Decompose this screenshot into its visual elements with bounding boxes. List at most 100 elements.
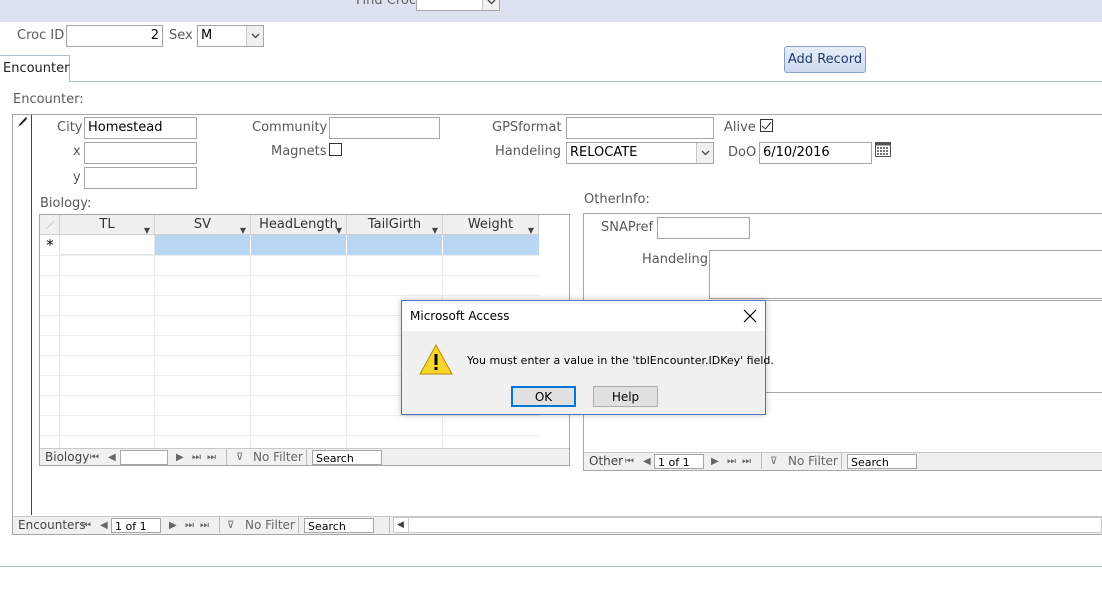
biology-nav-bar: Biology ⏮ ◀ ▶ ⏭ ⏭ ⊽ No Filter Search [40, 448, 569, 465]
pencil-icon [16, 116, 28, 128]
nav-separator [389, 517, 390, 533]
encounters-nav-label: Encounters [18, 518, 86, 532]
dialog-message: You must enter a value in the 'tblEncoun… [467, 354, 774, 367]
biology-nav-label: Biology [45, 450, 90, 464]
first-record-icon[interactable]: ⏮ [90, 450, 99, 465]
new-row-cell-sv[interactable] [155, 235, 251, 255]
new-row-cell-headlength[interactable] [251, 235, 347, 255]
other-record-box[interactable]: 1 of 1 [654, 454, 704, 469]
prev-record-icon[interactable]: ◀ [100, 518, 108, 533]
first-record-icon[interactable]: ⏮ [625, 454, 634, 469]
form-bottom-line [0, 566, 1102, 567]
warning-icon [419, 343, 453, 375]
new-record-icon[interactable]: ⏭ [207, 450, 216, 465]
next-record-icon[interactable]: ▶ [169, 518, 177, 533]
chevron-down-icon[interactable] [482, 0, 499, 10]
sex-combo[interactable]: M [197, 25, 264, 47]
nav-separator [219, 517, 220, 533]
y-field[interactable] [84, 167, 197, 189]
close-icon[interactable] [743, 309, 757, 323]
other-handeling-field[interactable] [709, 250, 1102, 299]
column-header-tl[interactable]: TL ▼ [60, 215, 155, 235]
biology-filter-status[interactable]: No Filter [253, 450, 303, 465]
gpsformat-label: GPSformat [492, 120, 562, 135]
biology-search-box[interactable]: Search [312, 450, 382, 465]
new-row-cell-tailgirth[interactable] [347, 235, 443, 255]
city-label: City [57, 120, 83, 135]
tab-encounter[interactable]: Encounter [0, 55, 70, 82]
magnets-checkbox[interactable] [329, 143, 342, 156]
ok-button[interactable]: OK [511, 386, 576, 407]
magnets-label: Magnets [271, 144, 327, 159]
filter-icon[interactable]: ⊽ [770, 454, 777, 469]
nav-separator [761, 453, 762, 469]
first-record-icon[interactable]: ⏮ [82, 518, 91, 533]
encounter-section-label: Encounter: [13, 92, 84, 107]
filter-icon[interactable]: ⊽ [236, 450, 243, 465]
scroll-track-divider [408, 518, 409, 532]
gpsformat-field[interactable] [566, 117, 714, 139]
next-record-icon[interactable]: ▶ [176, 450, 184, 465]
croc-id-field[interactable]: 2 [66, 25, 163, 47]
calendar-icon[interactable] [875, 142, 891, 157]
encounters-record-box[interactable]: 1 of 1 [111, 518, 161, 533]
alive-checkbox[interactable] [760, 119, 773, 132]
new-row-marker[interactable]: * [40, 235, 60, 255]
column-header-headlength[interactable]: HeadLength ▼ [251, 215, 347, 235]
biology-label: Biology: [40, 196, 92, 211]
select-all-corner[interactable] [40, 215, 60, 235]
new-record-icon[interactable]: ⏭ [742, 454, 751, 469]
community-field[interactable] [329, 117, 440, 139]
encounters-filter-status[interactable]: No Filter [245, 518, 295, 533]
other-handeling-label: Handeling [642, 252, 708, 267]
other-nav-label: Other [589, 454, 624, 468]
x-label: x [73, 144, 81, 159]
new-row-cell-tl[interactable] [60, 235, 155, 255]
nav-separator [841, 453, 842, 469]
next-record-icon[interactable]: ▶ [711, 454, 719, 469]
new-record-icon[interactable]: ⏭ [200, 518, 209, 533]
dialog-titlebar[interactable]: Microsoft Access [402, 301, 765, 331]
tab-strip-line [0, 81, 1102, 82]
chevron-down-icon[interactable] [696, 143, 713, 163]
nav-separator [298, 517, 299, 533]
new-row-cell-weight[interactable] [443, 235, 539, 255]
horizontal-scrollbar[interactable]: ◀ [393, 517, 1102, 533]
other-nav-bar: Other ⏮ ◀ 1 of 1 ▶ ⏭ ⏭ ⊽ No Filter Searc… [584, 452, 1102, 470]
last-record-icon[interactable]: ⏭ [192, 450, 201, 465]
snapref-label: SNAPref [601, 220, 654, 235]
snapref-field[interactable] [657, 217, 750, 239]
city-field[interactable]: Homestead [84, 117, 197, 139]
community-label: Community [252, 120, 328, 135]
chevron-down-icon[interactable] [246, 26, 263, 46]
encounters-search-box[interactable]: Search [304, 518, 374, 533]
last-record-icon[interactable]: ⏭ [727, 454, 736, 469]
nav-separator [226, 449, 227, 465]
help-button[interactable]: Help [593, 386, 658, 407]
otherinfo-label: OtherInfo: [584, 192, 650, 207]
doo-label: DoO [728, 145, 757, 160]
prev-record-icon[interactable]: ◀ [643, 454, 651, 469]
column-header-weight[interactable]: Weight ▼ [443, 215, 539, 235]
prev-record-icon[interactable]: ◀ [108, 450, 116, 465]
record-selector-bar[interactable] [13, 115, 32, 515]
y-label: y [73, 170, 81, 185]
alert-dialog: Microsoft Access You must enter a value … [401, 300, 774, 415]
other-filter-status[interactable]: No Filter [788, 454, 838, 469]
filter-icon[interactable]: ⊽ [227, 518, 234, 533]
x-field[interactable] [84, 142, 197, 164]
encounters-nav-bar: Encounters ⏮ ◀ 1 of 1 ▶ ⏭ ⏭ ⊽ No Filter … [13, 516, 1102, 534]
other-notes-field[interactable] [709, 300, 1102, 393]
find-croc-combo[interactable] [416, 0, 500, 11]
add-record-button[interactable]: Add Record [784, 46, 866, 73]
top-header-band [0, 0, 1102, 22]
handeling-combo[interactable]: RELOCATE [566, 142, 714, 164]
biology-record-box[interactable] [120, 450, 168, 465]
other-search-box[interactable]: Search [847, 454, 917, 469]
last-record-icon[interactable]: ⏭ [185, 518, 194, 533]
column-header-sv[interactable]: SV ▼ [155, 215, 251, 235]
scroll-left-icon[interactable]: ◀ [397, 518, 404, 533]
doo-field[interactable]: 6/10/2016 [759, 142, 872, 164]
croc-id-label: Croc ID [17, 28, 65, 43]
column-header-tailgirth[interactable]: TailGirth ▼ [347, 215, 443, 235]
